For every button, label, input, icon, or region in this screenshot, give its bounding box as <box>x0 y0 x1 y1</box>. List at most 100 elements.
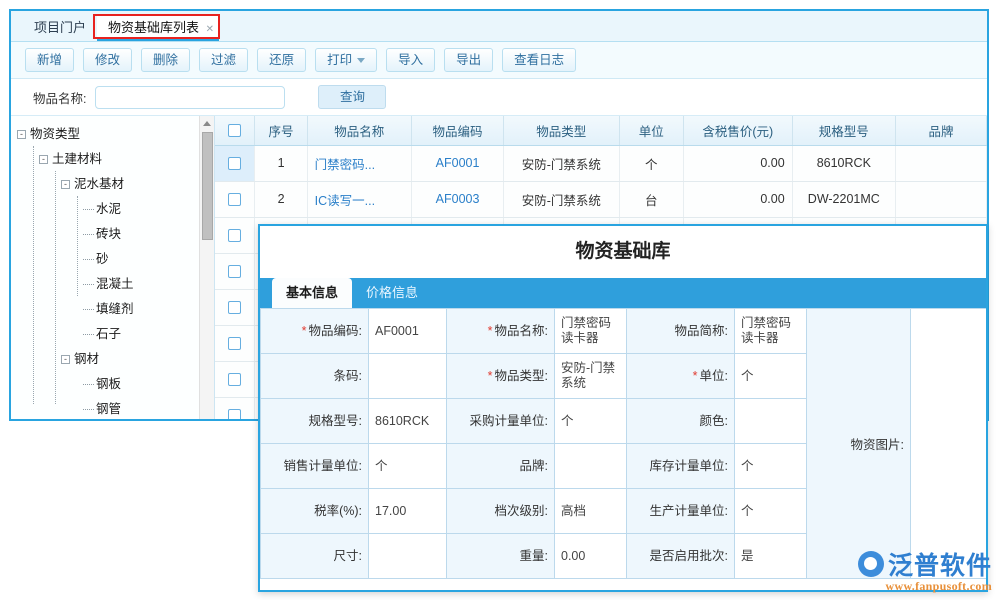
row-select-cell[interactable] <box>215 217 255 253</box>
form-value[interactable] <box>555 444 627 489</box>
form-value[interactable]: 个 <box>735 489 807 534</box>
import-button[interactable]: 导入 <box>386 48 435 72</box>
form-value[interactable]: 个 <box>735 354 807 399</box>
grid-header-row: 序号 物品名称 物品编码 物品类型 单位 含税售价(元) 规格型号 品牌 <box>215 116 987 145</box>
tree-scrollbar[interactable] <box>199 116 214 419</box>
view-log-button[interactable]: 查看日志 <box>502 48 576 72</box>
form-label-text: 生产计量单位: <box>650 504 728 518</box>
row-select-cell[interactable] <box>215 289 255 325</box>
form-value[interactable] <box>369 354 447 399</box>
add-button[interactable]: 新增 <box>25 48 74 72</box>
form-value[interactable] <box>735 399 807 444</box>
row-checkbox[interactable] <box>228 157 241 170</box>
row-checkbox[interactable] <box>228 337 241 350</box>
tree-node[interactable]: 混凝土 <box>17 272 214 297</box>
form-value[interactable]: 安防-门禁系统 <box>555 354 627 399</box>
tab-project-portal[interactable]: 项目门户 <box>23 14 97 41</box>
form-value[interactable]: 门禁密码读卡器 <box>555 309 627 354</box>
print-button[interactable]: 打印 <box>315 48 377 72</box>
tree-branch-line <box>83 259 94 260</box>
form-value[interactable]: 8610RCK <box>369 399 447 444</box>
material-type-tree: -物资类型-土建材料-泥水基材水泥砖块砂混凝土填缝剂石子-钢材钢板钢管 <box>11 116 214 419</box>
form-label-text: 尺寸: <box>334 549 362 563</box>
material-image-label-text: 物资图片: <box>851 438 904 452</box>
column-header-type[interactable]: 物品类型 <box>504 116 619 145</box>
tree-node[interactable]: 水泥 <box>17 197 214 222</box>
tree-node[interactable]: -钢材 <box>17 347 214 372</box>
column-header-brand[interactable]: 品牌 <box>895 116 986 145</box>
row-select-cell[interactable] <box>215 325 255 361</box>
tab-label: 物资基础库列表 <box>108 20 199 35</box>
restore-button[interactable]: 还原 <box>257 48 306 72</box>
close-icon[interactable]: ✕ <box>206 16 214 43</box>
form-value[interactable]: 个 <box>555 399 627 444</box>
row-select-cell[interactable] <box>215 181 255 217</box>
select-all-checkbox[interactable] <box>228 124 241 137</box>
table-row[interactable]: 2IC读写一...AF0003安防-门禁系统台0.00DW-2201MC <box>215 181 987 217</box>
tab-material-library-list[interactable]: 物资基础库列表 ✕ <box>97 14 219 41</box>
row-checkbox[interactable] <box>228 265 241 278</box>
column-header-code[interactable]: 物品编码 <box>411 116 503 145</box>
collapse-icon[interactable]: - <box>39 155 48 164</box>
form-value[interactable]: 高档 <box>555 489 627 534</box>
cell-name-text[interactable]: IC读写一... <box>315 194 375 208</box>
tree-node[interactable]: 钢板 <box>17 372 214 397</box>
row-checkbox[interactable] <box>228 409 241 419</box>
select-all-header[interactable] <box>215 116 255 145</box>
delete-button[interactable]: 删除 <box>141 48 190 72</box>
query-button-label: 查询 <box>340 90 365 104</box>
form-value[interactable]: 个 <box>735 444 807 489</box>
form-value[interactable] <box>369 534 447 579</box>
form-label: 品牌: <box>447 444 555 489</box>
cell-code-text[interactable]: AF0001 <box>436 156 480 170</box>
column-header-unit[interactable]: 单位 <box>619 116 683 145</box>
filter-button[interactable]: 过滤 <box>199 48 248 72</box>
cell-type-text: 安防-门禁系统 <box>522 194 601 208</box>
edit-button[interactable]: 修改 <box>83 48 132 72</box>
form-value[interactable]: 门禁密码读卡器 <box>735 309 807 354</box>
form-value[interactable]: AF0001 <box>369 309 447 354</box>
cell-name: IC读写一... <box>307 181 411 217</box>
column-header-spec[interactable]: 规格型号 <box>792 116 895 145</box>
export-button[interactable]: 导出 <box>444 48 493 72</box>
query-button[interactable]: 查询 <box>318 85 386 109</box>
item-name-input[interactable] <box>95 86 285 109</box>
column-header-name[interactable]: 物品名称 <box>307 116 411 145</box>
tree-node[interactable]: -土建材料 <box>17 147 214 172</box>
column-header-seq[interactable]: 序号 <box>255 116 307 145</box>
tree-node[interactable]: 砖块 <box>17 222 214 247</box>
scrollbar-thumb[interactable] <box>202 132 213 240</box>
form-value[interactable]: 17.00 <box>369 489 447 534</box>
cell-type: 安防-门禁系统 <box>504 181 619 217</box>
tab-basic-info[interactable]: 基本信息 <box>272 278 352 308</box>
form-value[interactable]: 个 <box>369 444 447 489</box>
form-value[interactable]: 是 <box>735 534 807 579</box>
column-header-price[interactable]: 含税售价(元) <box>683 116 792 145</box>
material-image-preview[interactable] <box>911 309 987 579</box>
collapse-icon[interactable]: - <box>61 355 70 364</box>
collapse-icon[interactable]: - <box>17 130 26 139</box>
tree-node[interactable]: 钢管 <box>17 397 214 419</box>
cell-code-text[interactable]: AF0003 <box>436 192 480 206</box>
table-row[interactable]: 1门禁密码...AF0001安防-门禁系统个0.008610RCK <box>215 145 987 181</box>
row-select-cell[interactable] <box>215 253 255 289</box>
row-select-cell[interactable] <box>215 397 255 419</box>
tree-node[interactable]: -泥水基材 <box>17 172 214 197</box>
cell-name-text[interactable]: 门禁密码... <box>315 158 375 172</box>
row-checkbox[interactable] <box>228 193 241 206</box>
row-checkbox[interactable] <box>228 229 241 242</box>
tree-node[interactable]: 石子 <box>17 322 214 347</box>
form-value-text: 是 <box>741 549 754 563</box>
row-checkbox[interactable] <box>228 373 241 386</box>
row-select-cell[interactable] <box>215 361 255 397</box>
row-select-cell[interactable] <box>215 145 255 181</box>
tree-node[interactable]: -物资类型 <box>17 122 214 147</box>
tree-node[interactable]: 砂 <box>17 247 214 272</box>
cell-unit-text: 台 <box>645 194 658 208</box>
row-checkbox[interactable] <box>228 301 241 314</box>
form-value[interactable]: 0.00 <box>555 534 627 579</box>
tree-node[interactable]: 填缝剂 <box>17 297 214 322</box>
collapse-icon[interactable]: - <box>61 180 70 189</box>
tab-price-info[interactable]: 价格信息 <box>352 278 432 308</box>
scroll-up-icon[interactable] <box>203 121 211 126</box>
